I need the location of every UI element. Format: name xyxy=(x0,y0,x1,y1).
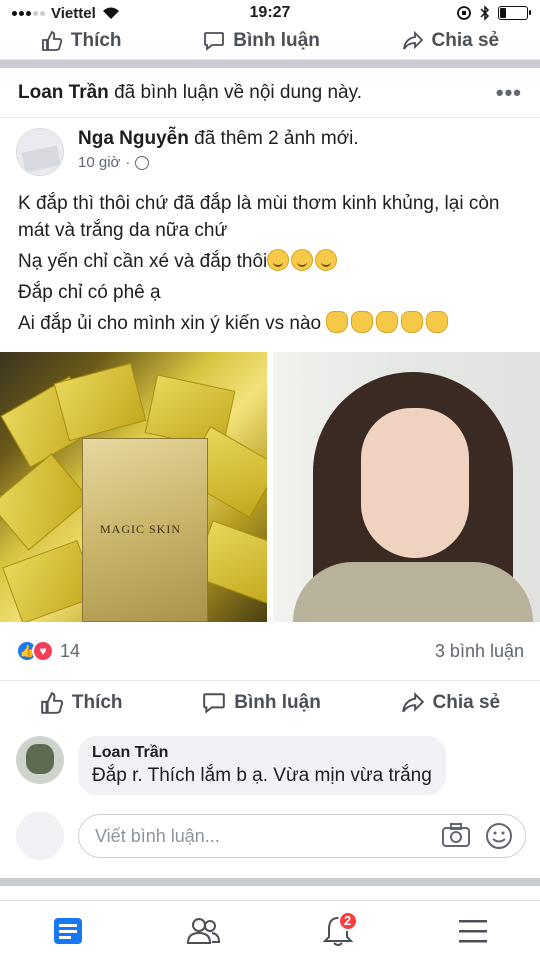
grin-emoji-icon xyxy=(315,249,338,271)
section-separator xyxy=(0,60,540,68)
comment-item: Loan Trần Đắp r. Thích lắm b ạ. Vừa mịn … xyxy=(16,736,526,795)
activity-text: đã bình luận về nội dung này. xyxy=(108,81,362,103)
avatar[interactable] xyxy=(16,128,64,176)
friends-icon xyxy=(186,917,220,944)
like-button[interactable]: Thích xyxy=(40,691,123,715)
clock: 19:27 xyxy=(249,4,291,21)
sticker-icon[interactable] xyxy=(485,822,513,850)
wifi-icon xyxy=(102,7,119,19)
nav-notifications[interactable]: 2 xyxy=(316,909,360,953)
post-photos: MAGIC SKIN xyxy=(0,352,540,622)
signal-icon xyxy=(12,10,45,16)
post-line: K đắp thì thôi chứ đã đắp là mùi thơm ki… xyxy=(18,193,500,241)
avatar[interactable] xyxy=(16,736,64,784)
comment-button[interactable]: Bình luận xyxy=(202,691,321,715)
post-text: K đắp thì thôi chứ đã đắp là mùi thơm ki… xyxy=(18,190,528,341)
product-photo[interactable]: MAGIC SKIN xyxy=(0,352,267,622)
camera-icon[interactable] xyxy=(441,822,471,848)
reactions-count: 14 xyxy=(60,640,81,661)
post-meta: 10 giờ · xyxy=(78,154,359,171)
share-button[interactable]: Chia sẻ xyxy=(402,29,500,52)
nav-friends[interactable] xyxy=(181,909,225,953)
post-line-with-emoji: Nạ yến chỉ cần xé và đắp thôi xyxy=(18,248,528,275)
comment-input-placeholder: Viết bình luận... xyxy=(95,825,220,846)
activity-name[interactable]: Loan Trần xyxy=(18,82,109,103)
waving-hand-icon xyxy=(376,311,399,333)
post-action-text: đã thêm 2 ảnh mới. xyxy=(188,128,359,149)
waving-hand-icon xyxy=(426,311,449,333)
post-title: Nga Nguyễn đã thêm 2 ảnh mới. xyxy=(78,128,359,150)
post-header: Nga Nguyễn đã thêm 2 ảnh mới. 10 giờ · xyxy=(16,128,526,188)
post-time[interactable]: 10 giờ xyxy=(78,154,120,171)
like-icon xyxy=(41,30,63,51)
share-label: Chia sẻ xyxy=(432,691,501,713)
bluetooth-icon xyxy=(480,5,490,21)
comment-text: Đắp r. Thích lắm b ạ. Vừa mịn vừa trắng xyxy=(92,765,432,786)
menu-icon xyxy=(458,919,487,942)
comment-bubble[interactable]: Loan Trần Đắp r. Thích lắm b ạ. Vừa mịn … xyxy=(78,736,446,795)
share-icon xyxy=(402,30,423,50)
notification-badge: 2 xyxy=(337,910,358,931)
share-icon xyxy=(401,691,424,712)
waving-hand-icon xyxy=(401,311,424,333)
product-box-label: MAGIC SKIN xyxy=(100,522,182,536)
meta-separator: · xyxy=(125,154,131,171)
post-line-with-emoji: Ai đắp ủi cho mình xin ý kiến vs nào xyxy=(18,310,528,337)
nav-menu[interactable] xyxy=(451,909,495,953)
comment-composer: Viết bình luận... xyxy=(16,812,526,860)
selfie-photo[interactable] xyxy=(273,352,540,622)
section-separator xyxy=(0,878,540,886)
comment-button[interactable]: Bình luận xyxy=(203,30,320,52)
battery-icon xyxy=(498,6,531,20)
like-icon xyxy=(41,691,64,714)
bottom-navigation: 2 xyxy=(0,900,540,960)
comment-label: Bình luận xyxy=(233,29,320,51)
comment-label: Bình luận xyxy=(234,691,321,713)
waving-hand-icon xyxy=(326,311,349,333)
comment-author[interactable]: Loan Trần xyxy=(92,744,432,762)
comments-count[interactable]: 3 bình luận xyxy=(435,641,524,662)
more-options-button[interactable]: ••• xyxy=(496,80,522,106)
activity-header: Loan Trần đã bình luận về nội dung này. … xyxy=(0,68,540,118)
globe-icon xyxy=(135,155,150,170)
author-name[interactable]: Nga Nguyễn xyxy=(78,128,189,149)
previous-post-actions: Thích Bình luận Chia sẻ xyxy=(0,22,540,60)
share-button[interactable]: Chia sẻ xyxy=(401,691,501,715)
comment-input[interactable]: Viết bình luận... xyxy=(78,814,526,858)
nav-news-feed[interactable] xyxy=(46,909,90,953)
grin-emoji-icon xyxy=(267,249,290,271)
avatar xyxy=(16,812,64,860)
share-label: Chia sẻ xyxy=(431,29,500,51)
post-line: Đắp chỉ có phê ạ xyxy=(18,282,161,303)
love-reaction-icon: ♥ xyxy=(32,640,54,662)
grin-emoji-icon xyxy=(291,249,314,271)
orientation-lock-icon xyxy=(457,6,471,20)
comment-icon xyxy=(204,31,225,51)
comment-icon xyxy=(203,692,226,714)
post-actions: Thích Bình luận Chia sẻ xyxy=(0,680,540,724)
waving-hand-icon xyxy=(351,311,374,333)
news-feed-icon xyxy=(53,917,82,944)
like-label: Thích xyxy=(71,691,123,713)
like-button[interactable]: Thích xyxy=(41,30,122,52)
carrier-label: Viettel xyxy=(51,4,96,22)
like-label: Thích xyxy=(70,29,122,51)
reactions-summary[interactable]: 👍 ♥ 14 3 bình luận xyxy=(16,636,524,666)
